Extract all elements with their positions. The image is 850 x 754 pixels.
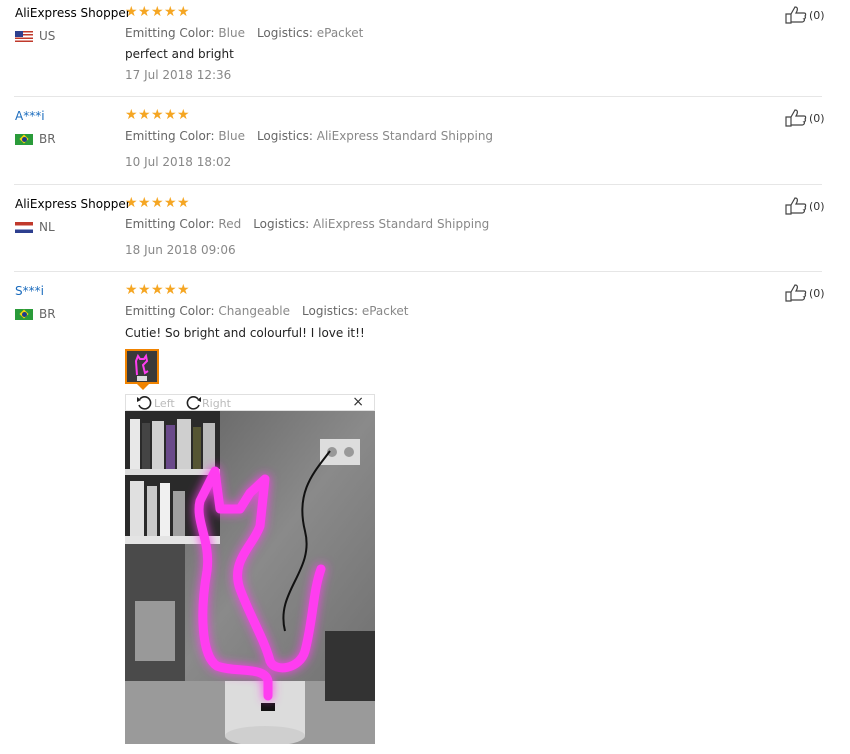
review-attributes: Emitting Color: Changeable Logistics: ePa… xyxy=(125,304,409,318)
reviewer-name: S***i xyxy=(15,284,44,298)
review-item: S***i BR ★★★★★ Emitting Color: Changeabl… xyxy=(0,272,825,754)
country-code: NL xyxy=(39,220,55,234)
reviewer-country: BR xyxy=(15,307,56,321)
thumbnail-pointer xyxy=(137,384,149,390)
review-photo-thumbnail[interactable] xyxy=(125,349,159,384)
country-code: US xyxy=(39,29,56,43)
star-rating: ★★★★★ xyxy=(125,195,190,211)
helpful-button[interactable]: (0) xyxy=(785,197,825,215)
rotate-right-icon xyxy=(186,396,201,410)
helpful-count: (0) xyxy=(809,199,825,213)
flag-br-icon xyxy=(15,133,33,145)
rotate-left-button[interactable]: Left xyxy=(136,395,175,411)
review-attributes: Emitting Color: Blue Logistics: AliExpres… xyxy=(125,129,494,143)
review-item: A***i BR ★★★★★ Emitting Color: Blue Logis… xyxy=(0,97,825,184)
rotate-right-button[interactable]: Right xyxy=(184,395,231,411)
rotate-left-label: Left xyxy=(154,396,175,410)
rotate-left-icon xyxy=(137,396,152,410)
photo-viewer-toolbar: Left Right × xyxy=(125,394,375,411)
thumbs-up-icon xyxy=(785,6,807,24)
thumbs-up-icon xyxy=(785,197,807,215)
reviewer-name: AliExpress Shopper xyxy=(15,197,131,211)
helpful-button[interactable]: (0) xyxy=(785,109,825,127)
helpful-count: (0) xyxy=(809,286,825,300)
helpful-button[interactable]: (0) xyxy=(785,284,825,302)
helpful-count: (0) xyxy=(809,111,825,125)
flag-us-icon xyxy=(15,30,33,42)
review-text: perfect and bright xyxy=(125,47,234,61)
thumbs-up-icon xyxy=(785,284,807,302)
review-date: 10 Jul 2018 18:02 xyxy=(125,155,232,169)
country-code: BR xyxy=(39,307,56,321)
review-date: 17 Jul 2018 12:36 xyxy=(125,68,232,82)
star-rating: ★★★★★ xyxy=(125,4,190,20)
helpful-count: (0) xyxy=(809,8,825,22)
reviewer-country: NL xyxy=(15,220,55,234)
close-icon[interactable]: × xyxy=(352,394,364,410)
star-rating: ★★★★★ xyxy=(125,107,190,123)
review-date: 18 Jun 2018 09:06 xyxy=(125,243,236,257)
review-item: AliExpress Shopper NL ★★★★★ Emitting Col… xyxy=(0,185,825,271)
reviewer-name: AliExpress Shopper xyxy=(15,6,131,20)
country-code: BR xyxy=(39,132,56,146)
flag-nl-icon xyxy=(15,221,33,233)
thumbs-up-icon xyxy=(785,109,807,127)
reviewer-country: US xyxy=(15,29,55,43)
helpful-button[interactable]: (0) xyxy=(785,6,825,24)
rotate-right-label: Right xyxy=(202,396,231,410)
flag-br-icon xyxy=(15,308,33,320)
review-text: Cutie! So bright and colourful! I love i… xyxy=(125,326,365,340)
review-attributes: Emitting Color: Blue Logistics: ePacket xyxy=(125,26,364,40)
review-photo xyxy=(125,411,375,744)
review-attributes: Emitting Color: Red Logistics: AliExpress… xyxy=(125,217,490,231)
reviewer-name: A***i xyxy=(15,109,45,123)
star-rating: ★★★★★ xyxy=(125,282,190,298)
review-item: AliExpress Shopper US ★★★★★ Emitting Col… xyxy=(0,0,825,96)
reviewer-country: BR xyxy=(15,132,56,146)
